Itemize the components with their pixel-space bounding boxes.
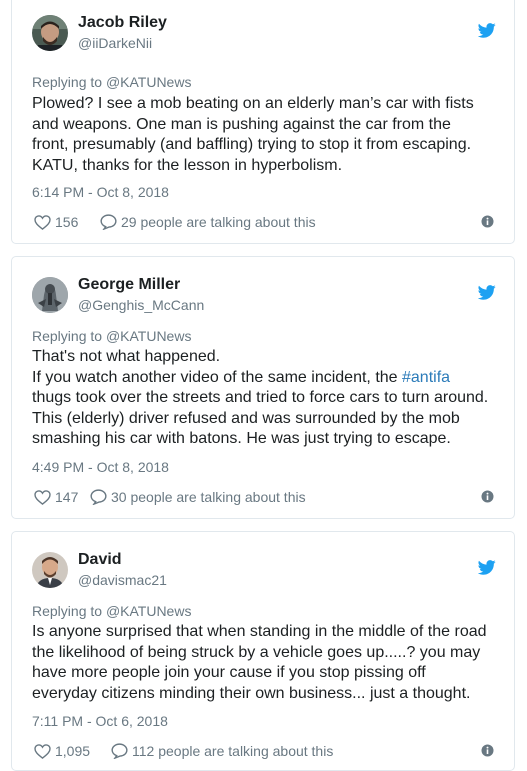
twitter-bird-icon[interactable] xyxy=(478,23,496,38)
tweet-text-line: Is anyone surprised that when standing i… xyxy=(32,623,487,640)
tweet-text-line: the likelihood of being struck by a vehi… xyxy=(32,643,481,661)
tweet-timestamp[interactable]: 7:11 PM - Oct 6, 2018 xyxy=(32,712,168,730)
like-button[interactable]: 147 xyxy=(34,488,78,506)
replying-to-mention-link[interactable]: @KATUNews xyxy=(106,603,192,619)
like-button[interactable]: 1,095 xyxy=(34,742,90,760)
author-name[interactable]: David xyxy=(78,550,122,570)
author-handle[interactable]: @iiDarkeNii xyxy=(78,34,152,52)
tweet-text-line: front, presumably (and baffling) trying … xyxy=(32,136,472,153)
avatar[interactable] xyxy=(32,277,68,313)
tweet-text-line: everyday citizens minding their own busi… xyxy=(32,684,471,702)
like-count: 156 xyxy=(55,214,79,230)
tweet-actions: 156 29 people are talking about this xyxy=(32,213,494,231)
tweet-card[interactable]: David @davismac21 Replying to @KATUNews … xyxy=(11,531,515,771)
author-handle[interactable]: @davismac21 xyxy=(78,571,167,589)
replying-to-mention-link[interactable]: @KATUNews xyxy=(106,74,192,90)
replying-to-prefix: Replying to xyxy=(32,603,106,619)
tweet-text-line: That's not what happened. xyxy=(32,348,221,365)
tweet-actions: 1,095 112 people are talking about this xyxy=(32,742,494,760)
author-name[interactable]: George Miller xyxy=(78,275,180,295)
tweet-timestamp[interactable]: 4:49 PM - Oct 8, 2018 xyxy=(32,458,169,476)
tweet-text-line: thugs took over the streets and tried to… xyxy=(32,389,489,406)
author-name[interactable]: Jacob Riley xyxy=(78,13,167,33)
tweet-card[interactable]: George Miller @Genghis_McCann Replying t… xyxy=(11,256,515,519)
tweet-text-line: If you watch another video of the same i… xyxy=(32,368,502,389)
tweet-text-line: Plowed? I see a mob beating on an elderl… xyxy=(32,95,474,112)
hashtag-link[interactable]: #antifa xyxy=(402,369,450,386)
tweet-card[interactable]: Jacob Riley @iiDarkeNii Replying to @KAT… xyxy=(11,0,515,244)
avatar[interactable] xyxy=(32,552,68,588)
talking-count: 30 people are talking about this xyxy=(111,489,306,505)
reply-conversation-link[interactable]: 30 people are talking about this xyxy=(90,488,306,506)
replying-to-prefix: Replying to xyxy=(32,328,106,344)
tweet-text-segment: If you watch another video of the same i… xyxy=(32,368,402,386)
tweet-text-line: have more people join your cause if you … xyxy=(32,664,426,681)
tweet-text: That's not what happened. If you watch a… xyxy=(32,347,502,450)
speech-bubble-icon xyxy=(90,489,107,505)
reply-conversation-link[interactable]: 29 people are talking about this xyxy=(100,213,316,231)
talking-count: 112 people are talking about this xyxy=(132,743,334,759)
replying-to-prefix: Replying to xyxy=(32,74,106,90)
replying-to-mention-link[interactable]: @KATUNews xyxy=(106,328,192,344)
like-button[interactable]: 156 xyxy=(34,213,78,231)
replying-to: Replying to @KATUNews xyxy=(32,602,191,620)
replying-to: Replying to @KATUNews xyxy=(32,73,191,91)
tweet-text: Plowed? I see a mob beating on an elderl… xyxy=(32,94,502,176)
tweet-text-line: smashing his car with batons. He was jus… xyxy=(32,430,451,447)
tweet-text-line: and weapons. One man is pushing against … xyxy=(32,115,451,133)
heart-icon xyxy=(34,490,51,505)
tweet-timestamp[interactable]: 6:14 PM - Oct 8, 2018 xyxy=(32,183,169,201)
tweet-text: Is anyone surprised that when standing i… xyxy=(32,622,502,704)
author-handle[interactable]: @Genghis_McCann xyxy=(78,296,204,314)
info-icon[interactable] xyxy=(481,215,494,228)
speech-bubble-icon xyxy=(100,214,117,230)
tweet-actions: 147 30 people are talking about this xyxy=(32,488,494,506)
reply-conversation-link[interactable]: 112 people are talking about this xyxy=(111,742,333,760)
info-icon[interactable] xyxy=(481,490,494,503)
like-count: 147 xyxy=(55,489,79,505)
twitter-bird-icon[interactable] xyxy=(478,560,496,575)
heart-icon xyxy=(34,744,51,759)
tweet-text-line: KATU, thanks for the lesson in hyperboli… xyxy=(32,156,343,174)
speech-bubble-icon xyxy=(111,743,128,759)
twitter-bird-icon[interactable] xyxy=(478,285,496,300)
info-icon[interactable] xyxy=(481,744,494,757)
heart-icon xyxy=(34,215,51,230)
replying-to: Replying to @KATUNews xyxy=(32,327,191,345)
avatar[interactable] xyxy=(32,15,68,51)
like-count: 1,095 xyxy=(55,743,91,759)
talking-count: 29 people are talking about this xyxy=(121,214,316,230)
tweet-text-line: This (elderly) driver refused and was su… xyxy=(32,409,460,427)
